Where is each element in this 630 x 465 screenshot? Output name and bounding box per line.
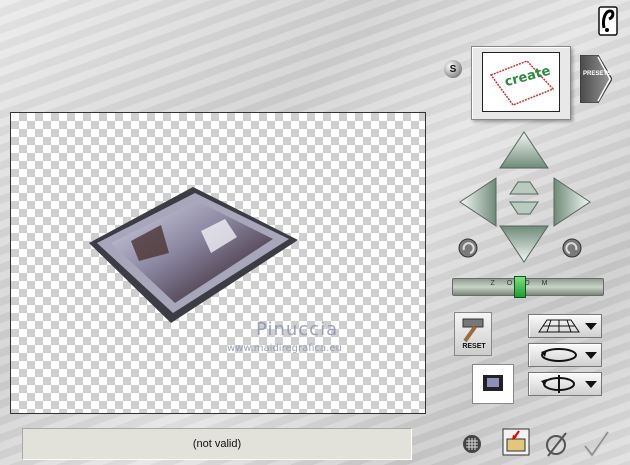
grid-icon[interactable] xyxy=(462,434,482,454)
status-bar: (not valid) xyxy=(22,428,412,460)
rotate-mode-dropdown[interactable] xyxy=(528,343,602,367)
move-down-small-button[interactable] xyxy=(506,200,542,218)
cancel-icon[interactable] xyxy=(544,430,570,458)
arrow-right-button[interactable] xyxy=(552,176,592,228)
watermark-name: Pinuccia xyxy=(256,319,339,340)
presets-label: PRESETS xyxy=(582,71,611,77)
chevron-down-icon xyxy=(585,381,597,388)
help-icon[interactable] xyxy=(598,6,618,36)
arrow-left-button[interactable] xyxy=(458,176,498,228)
arrow-up-button[interactable] xyxy=(498,130,550,170)
perspective-mode-dropdown[interactable] xyxy=(528,314,602,338)
presets-button[interactable] xyxy=(579,54,613,104)
ok-checkmark-icon[interactable] xyxy=(582,430,610,459)
s-button[interactable]: S xyxy=(444,60,462,78)
reset-label: RESET xyxy=(462,343,486,350)
arrow-down-button[interactable] xyxy=(498,224,550,264)
load-folder-button[interactable] xyxy=(502,428,530,456)
spin-mode-dropdown[interactable] xyxy=(528,372,602,396)
watermark-url: www.maidiregrafica.eu xyxy=(227,343,342,354)
plugin-dialog: Pinuccia www.maidiregrafica.eu (not vali… xyxy=(0,0,630,465)
chevron-down-icon xyxy=(585,323,597,330)
zoom-slider-thumb[interactable] xyxy=(514,276,526,298)
preview-canvas[interactable]: Pinuccia www.maidiregrafica.eu xyxy=(10,112,426,414)
s-label: S xyxy=(449,63,457,75)
chevron-down-icon xyxy=(585,352,597,359)
rotate-right-icon[interactable] xyxy=(562,238,582,258)
mode-preview-swatch xyxy=(472,364,514,404)
distorted-image-preview xyxy=(89,187,298,323)
rotate-left-icon[interactable] xyxy=(458,238,478,258)
status-text: (not valid) xyxy=(192,438,242,450)
thumbnail-preview[interactable]: create xyxy=(482,52,560,112)
move-up-small-button[interactable] xyxy=(506,178,542,196)
